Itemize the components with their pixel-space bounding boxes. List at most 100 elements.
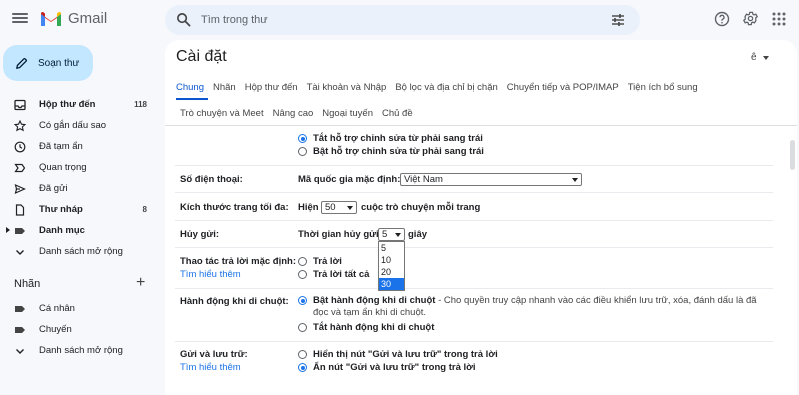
dropdown-arrow-icon — [347, 206, 353, 210]
radio-icon[interactable] — [298, 147, 307, 156]
send-archive-label: Gửi và lưu trữ: — [180, 349, 248, 360]
sidebar-item-label: Đã tạm ẩn — [39, 141, 83, 152]
undo-option-30[interactable]: 30 — [379, 278, 404, 290]
label-item-trips[interactable]: Chuyến — [0, 319, 155, 340]
radio-icon[interactable] — [298, 323, 307, 332]
hide-send-archive-option[interactable]: Ẩn nút "Gửi và lưu trữ" trong trả lời — [298, 362, 476, 373]
hover-on-option[interactable] — [298, 296, 313, 305]
gmail-m-icon — [41, 11, 61, 26]
undo-option-5[interactable]: 5 — [379, 242, 404, 254]
gear-icon[interactable] — [742, 10, 759, 27]
scrollbar-thumb[interactable] — [790, 140, 795, 170]
input-tools-label: ê — [751, 52, 757, 63]
radio-icon[interactable] — [298, 257, 307, 266]
settings-tabs-row-1: Chung Nhãn Hộp thư đến Tài khoản và Nhập… — [165, 75, 797, 100]
learn-more-link[interactable]: Tìm hiểu thêm — [180, 362, 241, 373]
radio-icon[interactable] — [298, 270, 307, 279]
sidebar-item-label: Có gắn dấu sao — [39, 120, 107, 131]
help-icon[interactable] — [714, 11, 730, 27]
sidebar-item-sent[interactable]: Đã gửi — [0, 178, 155, 199]
row-divider — [175, 220, 773, 221]
label-item-more[interactable]: Danh sách mở rộng — [0, 340, 155, 361]
radio-selected-icon[interactable] — [298, 134, 307, 143]
show-send-archive-label: Hiển thị nút "Gửi và lưu trữ" trong trả … — [313, 349, 498, 360]
dropdown-arrow-icon — [572, 178, 578, 182]
add-label-button[interactable]: + — [136, 275, 145, 291]
compose-button[interactable]: Soạn thư — [3, 45, 93, 81]
sidebar-item-important[interactable]: Quan trọng — [0, 157, 155, 178]
labels-heading: Nhãn — [14, 278, 41, 290]
draft-icon — [14, 203, 26, 216]
radio-selected-icon[interactable] — [298, 296, 307, 305]
rtl-off-option[interactable]: Tắt hỗ trợ chỉnh sửa từ phải sang trái — [298, 133, 483, 144]
hover-off-option[interactable]: Tắt hành động khi di chuột — [298, 322, 434, 333]
reply-option[interactable]: Trả lời — [298, 256, 342, 267]
search-input[interactable] — [201, 11, 581, 29]
dropdown-arrow-icon — [395, 233, 401, 237]
apps-grid-icon[interactable] — [772, 12, 786, 26]
page-size-suffix: cuộc trò chuyện mỗi trang — [361, 202, 481, 213]
gmail-logo[interactable]: Gmail — [40, 10, 107, 27]
sidebar-item-starred[interactable]: Có gắn dấu sao — [0, 115, 155, 136]
learn-more-link[interactable]: Tìm hiểu thêm — [180, 269, 241, 280]
input-tools-picker[interactable]: ê — [751, 52, 769, 63]
sidebar-item-drafts[interactable]: Thư nháp 8 — [0, 199, 155, 220]
sidebar-item-categories[interactable]: Danh mục — [0, 220, 155, 241]
dropdown-arrow-icon — [762, 55, 769, 60]
page-size-value: 50 — [325, 202, 336, 213]
draft-count: 8 — [142, 205, 147, 214]
sidebar-item-snoozed[interactable]: Đã tạm ẩn — [0, 136, 155, 157]
country-code-label: Mã quốc gia mặc định: — [298, 174, 401, 185]
tab-accounts[interactable]: Tài khoản và Nhập — [307, 82, 387, 93]
show-send-archive-option[interactable]: Hiển thị nút "Gửi và lưu trữ" trong trả … — [298, 349, 498, 360]
row-divider — [175, 341, 773, 342]
label-icon — [14, 324, 26, 336]
sidebar-item-inbox[interactable]: Hộp thư đến 118 — [0, 94, 155, 115]
sidebar-item-label: Đã gửi — [39, 183, 68, 194]
search-options-icon[interactable] — [610, 12, 626, 28]
hover-off-label: Tắt hành động khi di chuột — [313, 322, 435, 333]
undo-period-dropdown: 5 10 20 30 — [378, 241, 405, 291]
tab-general[interactable]: Chung — [176, 82, 204, 93]
country-select[interactable]: Việt Nam — [400, 173, 582, 186]
reply-all-option[interactable]: Trả lời tất cả — [298, 269, 369, 280]
star-icon — [14, 119, 26, 132]
tab-inbox[interactable]: Hộp thư đến — [245, 82, 298, 93]
tab-offline[interactable]: Ngoại tuyến — [322, 108, 373, 119]
sidebar-item-label: Thư nháp — [39, 204, 83, 215]
tab-forwarding[interactable]: Chuyển tiếp và POP/IMAP — [507, 82, 619, 93]
rtl-on-option[interactable]: Bật hỗ trợ chỉnh sửa từ phải sang trái — [298, 146, 484, 157]
clock-icon — [14, 141, 26, 153]
main-menu-icon[interactable] — [12, 11, 28, 27]
sidebar-item-more[interactable]: Danh sách mở rộng — [0, 241, 155, 262]
send-icon — [14, 183, 26, 195]
row-divider — [175, 288, 773, 289]
chevron-down-icon — [14, 246, 26, 258]
tab-themes[interactable]: Chủ đề — [382, 108, 413, 119]
undo-period-select[interactable]: 5 — [378, 228, 405, 241]
tab-addons[interactable]: Tiện ích bổ sung — [628, 82, 698, 93]
tab-chat-meet[interactable]: Trò chuyện và Meet — [180, 108, 264, 119]
labels-list: Cá nhân Chuyến Danh sách mở rộng — [0, 298, 155, 361]
radio-selected-icon[interactable] — [298, 363, 307, 372]
label-item-personal[interactable]: Cá nhân — [0, 298, 155, 319]
tab-filters[interactable]: Bộ lọc và địa chỉ bị chặn — [395, 82, 497, 93]
label-item-label: Danh sách mở rộng — [39, 345, 123, 356]
radio-icon[interactable] — [298, 350, 307, 359]
expand-arrow-icon[interactable] — [6, 227, 10, 233]
page-size-select[interactable]: 50 — [321, 201, 357, 214]
tab-labels[interactable]: Nhãn — [213, 82, 236, 93]
sidebar-item-label: Danh sách mở rộng — [39, 246, 123, 257]
settings-tabs-row-2: Trò chuyện và Meet Nâng cao Ngoại tuyến … — [165, 101, 797, 126]
search-icon[interactable] — [176, 12, 191, 27]
undo-option-10[interactable]: 10 — [379, 254, 404, 266]
hover-on-title: Bật hành động khi di chuột — [313, 295, 436, 306]
label-item-label: Cá nhân — [39, 303, 75, 314]
rtl-on-label: Bật hỗ trợ chỉnh sửa từ phải sang trái — [313, 146, 484, 157]
reply-behavior-label: Thao tác trả lời mặc định: — [180, 256, 297, 267]
undo-option-20[interactable]: 20 — [379, 266, 404, 278]
country-select-value: Việt Nam — [404, 174, 443, 185]
tab-advanced[interactable]: Nâng cao — [273, 108, 314, 119]
active-tab-indicator — [176, 98, 208, 100]
inbox-icon — [14, 99, 26, 111]
